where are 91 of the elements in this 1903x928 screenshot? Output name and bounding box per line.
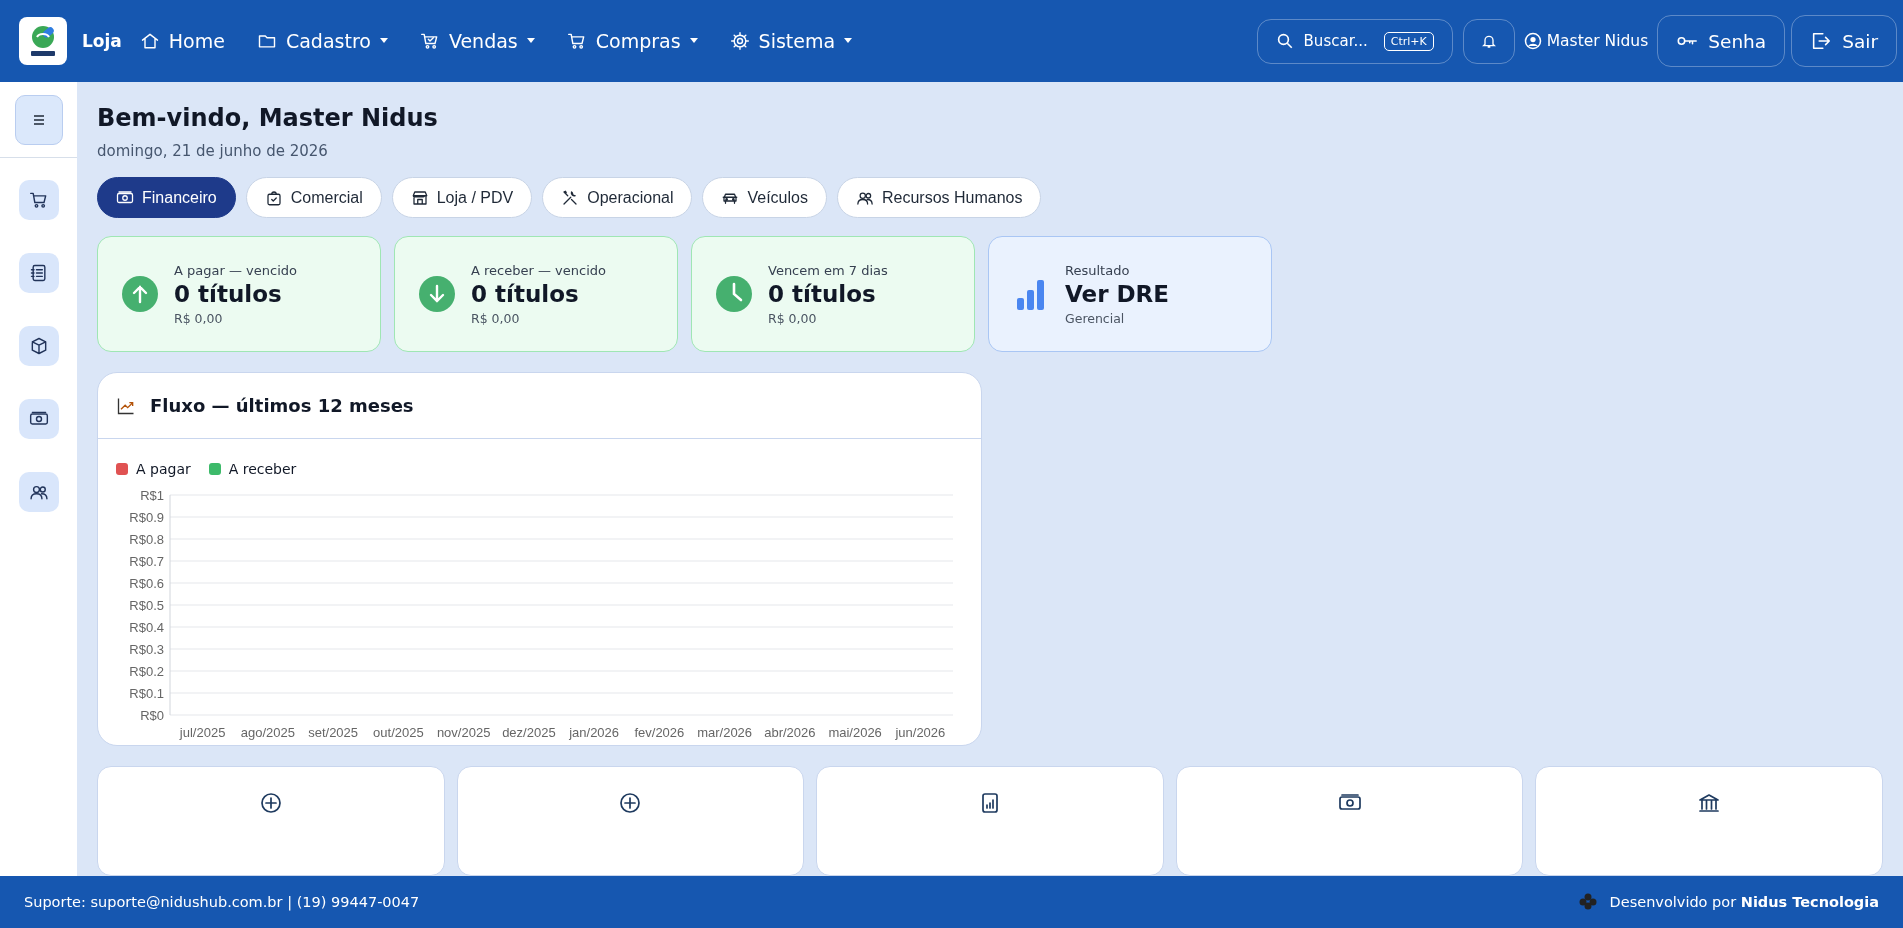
axis-label: R$1 — [140, 488, 164, 503]
stat-label: A pagar — vencido — [174, 262, 297, 278]
stat-subtext: R$ 0,00 — [174, 310, 224, 326]
axis-label: R$0.4 — [129, 620, 164, 635]
settings-icon — [729, 31, 750, 51]
legend-label: A pagar — [136, 461, 191, 477]
sidebar-button[interactable] — [18, 180, 59, 220]
stat-label: Vencem em 7 dias — [768, 262, 888, 278]
tab[interactable]: Veículos — [702, 177, 827, 218]
bank-icon — [1697, 791, 1722, 815]
axis-label: R$0.9 — [129, 510, 164, 525]
stat-value: 0 títulos — [174, 280, 283, 307]
axis-label: set/2025 — [308, 725, 359, 740]
cart-icon — [566, 31, 587, 51]
user-name[interactable]: Master Nidus — [1546, 32, 1649, 50]
plus-icon — [258, 791, 283, 815]
axis-label: R$0.7 — [129, 554, 164, 569]
axis-label: ago/2025 — [240, 725, 295, 740]
axis-label: mai/2026 — [828, 725, 882, 740]
bell-icon — [1480, 33, 1497, 49]
brand-name: Loja — [82, 31, 122, 51]
nav-item[interactable]: Sistema — [729, 30, 853, 52]
nav-item[interactable]: Compras — [566, 30, 698, 52]
store-icon — [410, 188, 429, 207]
axis-label: R$0.8 — [129, 532, 164, 547]
clock-icon — [716, 276, 752, 312]
axis-label: R$0.1 — [129, 686, 164, 701]
sidebar-button[interactable] — [18, 399, 59, 439]
nav-item[interactable]: Home — [139, 30, 225, 52]
axis-label: mar/2026 — [697, 725, 753, 740]
stat-card[interactable]: A receber — vencido 0 títulos R$ 0,00 — [394, 236, 678, 352]
tab[interactable]: Loja / PDV — [391, 177, 533, 218]
notification-button[interactable] — [1462, 18, 1515, 64]
axis-label: jan/2026 — [569, 725, 620, 740]
arrow-down-icon — [419, 276, 455, 312]
axis-label: R$0.3 — [129, 642, 164, 657]
axis-label: R$0.6 — [129, 576, 164, 591]
arrow-up-icon — [122, 276, 158, 312]
legend-label: A receber — [228, 461, 297, 477]
sidebar-button[interactable] — [18, 253, 59, 293]
cart-icon — [28, 190, 49, 210]
stat-label: A receber — vencido — [471, 262, 606, 278]
date-text: domingo, 21 de junho de 2026 — [97, 142, 329, 160]
axis-label: fev/2026 — [634, 725, 685, 740]
axis-label: nov/2025 — [436, 725, 491, 740]
flower-logo-icon — [1577, 892, 1598, 912]
axis-label: dez/2025 — [502, 725, 556, 740]
sidebar-button[interactable] — [18, 326, 59, 366]
stat-label: Resultado — [1065, 262, 1131, 278]
axis-label: abr/2026 — [764, 725, 816, 740]
notebook-icon — [28, 263, 49, 283]
axis-label: R$0.2 — [129, 664, 164, 679]
search-button[interactable]: Buscar... Ctrl+K — [1256, 18, 1453, 64]
logo-icon[interactable] — [19, 17, 67, 65]
sidebar-button[interactable] — [18, 472, 59, 512]
header-button[interactable]: Sair — [1791, 15, 1897, 67]
stat-subtext: R$ 0,00 — [768, 310, 818, 326]
shortcut-badge: Ctrl+K — [1383, 31, 1434, 51]
credit-text: Desenvolvido por Nidus Tecnologia — [1609, 894, 1879, 910]
stat-card[interactable]: Vencem em 7 dias 0 títulos R$ 0,00 — [691, 236, 975, 352]
stat-value: Ver DRE — [1065, 280, 1169, 307]
cart-icon — [419, 31, 440, 51]
nav-item[interactable]: Vendas — [419, 30, 535, 52]
axis-label: R$0 — [140, 708, 164, 723]
plus-icon — [618, 791, 643, 815]
stat-card[interactable]: A pagar — vencido 0 títulos R$ 0,00 — [97, 236, 381, 352]
axis-label: jun/2026 — [895, 725, 946, 740]
stat-value: 0 títulos — [471, 280, 580, 307]
header-button[interactable]: Senha — [1657, 15, 1786, 67]
user-icon — [1523, 32, 1542, 50]
stat-value: 0 títulos — [768, 280, 877, 307]
home-icon — [139, 31, 160, 51]
page-title: Bem-vindo, Master Nidus — [97, 104, 439, 132]
nav-item[interactable]: Cadastro — [256, 30, 388, 52]
axis-label: jul/2025 — [179, 725, 226, 740]
stat-subtext: R$ 0,00 — [471, 310, 521, 326]
tab[interactable]: Comercial — [245, 177, 382, 218]
stat-card[interactable]: Resultado Ver DRE Gerencial — [988, 236, 1272, 352]
axis-label: R$0.5 — [129, 598, 164, 613]
stat-subtext: Gerencial — [1065, 310, 1126, 326]
tab[interactable]: Financeiro — [97, 177, 236, 218]
exit-icon — [1810, 30, 1833, 52]
axis-label: out/2025 — [373, 725, 424, 740]
chart-title: Fluxo — últimos 12 meses — [150, 395, 414, 416]
bag-icon — [264, 188, 283, 207]
tab[interactable]: Recursos Humanos — [836, 177, 1042, 218]
support-text: Suporte: suporte@nidushub.com.br | (19) 99447-0047 — [24, 894, 420, 910]
search-icon — [1275, 32, 1294, 50]
menu-button[interactable] — [14, 95, 63, 145]
menu-icon — [32, 115, 45, 125]
tab[interactable]: Operacional — [542, 177, 693, 218]
